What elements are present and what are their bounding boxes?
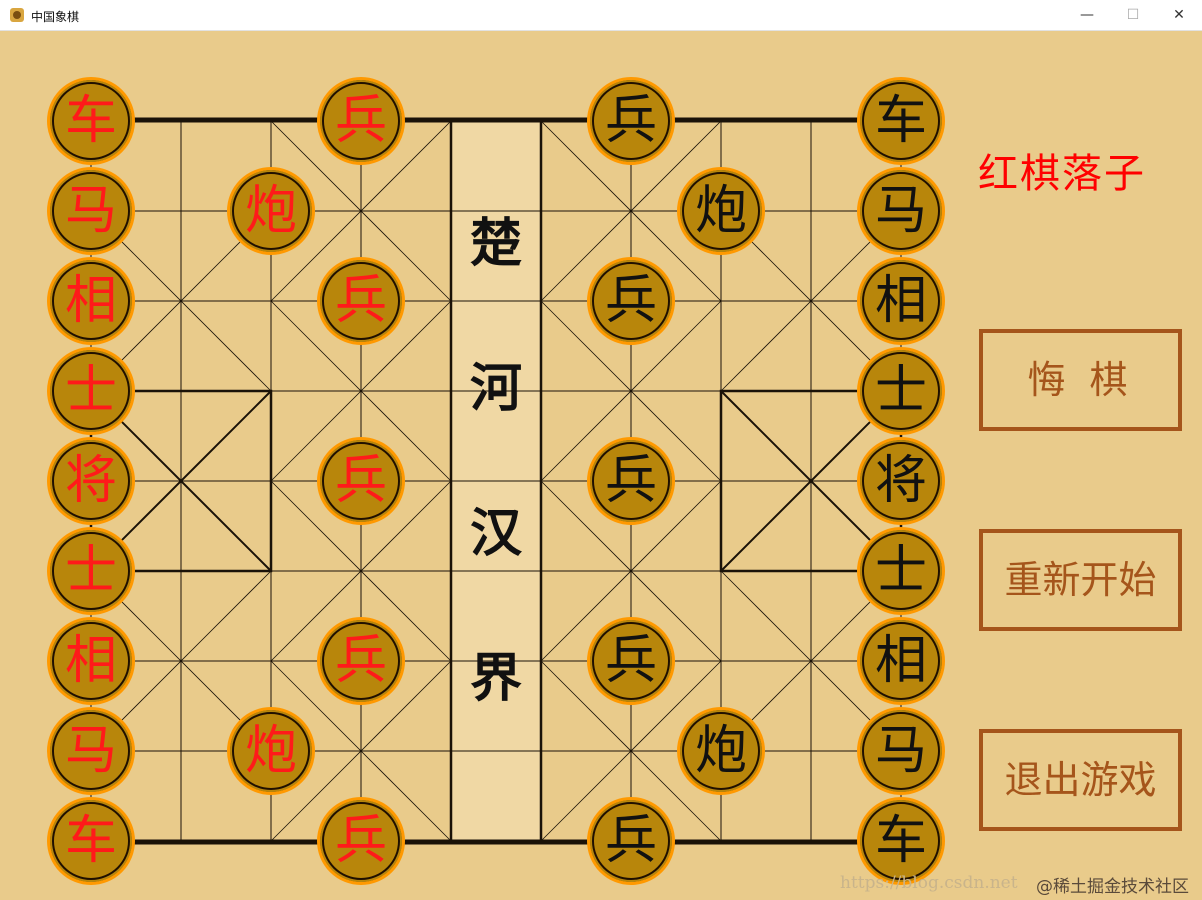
piece-label: 兵 <box>604 811 657 871</box>
red-piece[interactable]: 相 <box>47 257 135 345</box>
piece-label: 将 <box>874 451 927 511</box>
red-piece[interactable]: 将 <box>47 437 135 525</box>
piece-label: 士 <box>64 541 117 601</box>
river-text-0: 楚 <box>470 213 522 274</box>
piece-label: 兵 <box>334 271 387 331</box>
piece-label: 士 <box>874 541 927 601</box>
red-piece[interactable]: 马 <box>47 167 135 255</box>
red-piece[interactable]: 士 <box>47 347 135 435</box>
piece-label: 兵 <box>604 91 657 151</box>
piece-label: 士 <box>874 361 927 421</box>
piece-label: 马 <box>874 721 927 781</box>
black-piece[interactable]: 兵 <box>587 437 675 525</box>
river-text-2: 汉 <box>470 503 523 564</box>
red-piece[interactable]: 相 <box>47 617 135 705</box>
river-text-3: 界 <box>470 648 522 709</box>
piece-label: 相 <box>874 631 927 691</box>
piece-label: 兵 <box>334 91 387 151</box>
piece-label: 兵 <box>604 451 657 511</box>
window-titlebar: 中国象棋 — ☐ ✕ <box>0 0 1202 31</box>
undo-button-label: 悔棋 <box>1027 358 1152 402</box>
black-piece[interactable]: 兵 <box>587 617 675 705</box>
piece-label: 相 <box>874 271 927 331</box>
maximize-button[interactable]: ☐ <box>1110 0 1156 30</box>
black-piece[interactable]: 车 <box>857 77 945 165</box>
piece-label: 将 <box>64 451 117 511</box>
restart-button[interactable]: 重新开始 <box>979 529 1182 631</box>
piece-label: 马 <box>64 721 117 781</box>
red-piece[interactable]: 兵 <box>317 797 405 885</box>
piece-label: 炮 <box>244 181 297 241</box>
piece-label: 兵 <box>334 631 387 691</box>
piece-label: 车 <box>874 91 927 151</box>
black-piece[interactable]: 兵 <box>587 797 675 885</box>
red-piece[interactable]: 兵 <box>317 437 405 525</box>
piece-label: 士 <box>64 361 117 421</box>
minimize-button[interactable]: — <box>1064 0 1110 30</box>
red-piece[interactable]: 士 <box>47 527 135 615</box>
piece-label: 车 <box>874 811 927 871</box>
piece-label: 兵 <box>334 451 387 511</box>
watermark-url: https://blog.csdn.net <box>840 873 1018 893</box>
piece-label: 马 <box>64 181 117 241</box>
red-piece[interactable]: 兵 <box>317 617 405 705</box>
black-piece[interactable]: 士 <box>857 527 945 615</box>
piece-label: 炮 <box>244 721 297 781</box>
piece-label: 相 <box>64 271 117 331</box>
river-text-1: 河 <box>470 358 522 419</box>
black-piece[interactable]: 兵 <box>587 257 675 345</box>
chess-board[interactable]: 楚河汉界 <box>0 31 960 900</box>
red-piece[interactable]: 兵 <box>317 77 405 165</box>
restart-button-label: 重新开始 <box>1004 558 1157 602</box>
red-piece[interactable]: 炮 <box>227 707 315 795</box>
black-piece[interactable]: 马 <box>857 167 945 255</box>
black-piece[interactable]: 车 <box>857 797 945 885</box>
piece-label: 兵 <box>604 631 657 691</box>
piece-label: 车 <box>64 91 117 151</box>
black-piece[interactable]: 士 <box>857 347 945 435</box>
watermark-community: @稀土掘金技术社区 <box>1036 877 1189 897</box>
piece-label: 相 <box>64 631 117 691</box>
red-piece[interactable]: 车 <box>47 797 135 885</box>
red-piece[interactable]: 炮 <box>227 167 315 255</box>
black-piece[interactable]: 相 <box>857 617 945 705</box>
black-piece[interactable]: 相 <box>857 257 945 345</box>
black-piece[interactable]: 兵 <box>587 77 675 165</box>
piece-label: 马 <box>874 181 927 241</box>
quit-button[interactable]: 退出游戏 <box>979 729 1182 831</box>
window-title: 中国象棋 <box>31 10 80 24</box>
quit-button-label: 退出游戏 <box>1004 758 1157 802</box>
red-piece[interactable]: 兵 <box>317 257 405 345</box>
undo-button[interactable]: 悔棋 <box>979 329 1182 431</box>
black-piece[interactable]: 炮 <box>677 167 765 255</box>
piece-label: 炮 <box>694 181 747 241</box>
game-area: 楚河汉界 车马相士将士相马车炮炮兵兵兵兵兵兵兵兵兵兵炮炮车马相士将士相马车 红棋… <box>0 31 1202 900</box>
close-button[interactable]: ✕ <box>1156 0 1202 30</box>
black-piece[interactable]: 炮 <box>677 707 765 795</box>
turn-status: 红棋落子 <box>978 151 1146 197</box>
black-piece[interactable]: 马 <box>857 707 945 795</box>
piece-label: 兵 <box>604 271 657 331</box>
black-piece[interactable]: 将 <box>857 437 945 525</box>
piece-label: 炮 <box>694 721 747 781</box>
piece-label: 兵 <box>334 811 387 871</box>
red-piece[interactable]: 车 <box>47 77 135 165</box>
app-icon <box>10 8 24 22</box>
red-piece[interactable]: 马 <box>47 707 135 795</box>
piece-label: 车 <box>64 811 117 871</box>
